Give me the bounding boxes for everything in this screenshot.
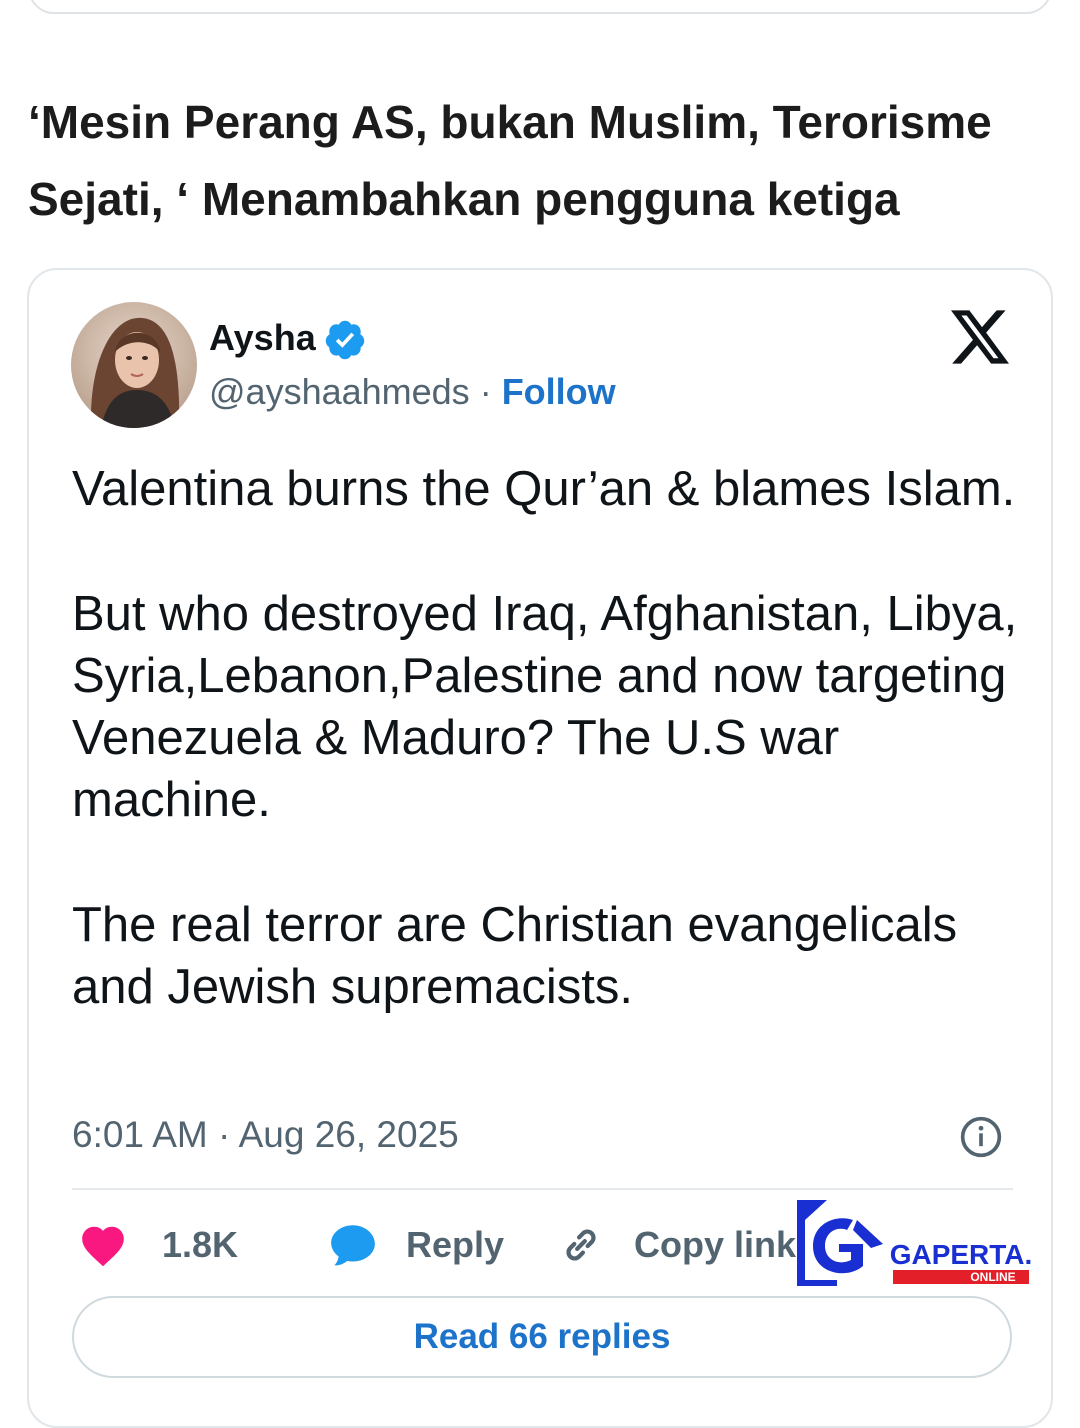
handle-row: @ayshaahmeds · Follow [209, 370, 616, 414]
previous-embed-card [28, 0, 1052, 14]
reply-action[interactable]: Reply [328, 1220, 504, 1270]
reply-label: Reply [406, 1224, 505, 1265]
heart-icon [82, 1226, 124, 1267]
tweet-embed-card[interactable]: Aysha @ayshaahmeds · Follow Valentina bu… [27, 268, 1053, 1428]
author-name[interactable]: Aysha [209, 318, 316, 358]
copy-link-label: Copy link [634, 1224, 797, 1265]
avatar[interactable] [71, 302, 197, 428]
verified-badge-icon [325, 320, 365, 360]
like-action[interactable]: 1.8K [78, 1220, 238, 1270]
author-handle[interactable]: @ayshaahmeds [209, 371, 470, 412]
read-replies-button[interactable]: Read 66 replies [72, 1296, 1012, 1378]
watermark-sub: ONLINE [970, 1270, 1015, 1284]
copy-link-action[interactable]: Copy link [558, 1220, 796, 1270]
tweet-paragraph: But who destroyed Iraq, Afghanistan, Lib… [72, 587, 1018, 827]
separator: · [469, 371, 502, 412]
tweet-timestamp[interactable]: 6:01 AM · Aug 26, 2025 [72, 1112, 459, 1158]
gaperta-watermark: GAPERTA. ONLINE [797, 1200, 1037, 1290]
article-headline: ‘Mesin Perang AS, bukan Muslim, Terorism… [28, 96, 992, 225]
x-logo-icon[interactable] [951, 310, 1009, 364]
tweet-paragraph: Valentina burns the Qur’an & blames Isla… [72, 462, 1016, 516]
divider [72, 1188, 1013, 1190]
follow-button[interactable]: Follow [502, 371, 616, 412]
info-icon[interactable] [959, 1115, 1003, 1159]
tweet-body: Valentina burns the Qur’an & blames Isla… [72, 458, 1032, 1018]
link-icon [566, 1229, 596, 1261]
tweet-paragraph: The real terror are Christian evangelica… [72, 898, 958, 1014]
like-count: 1.8K [162, 1224, 239, 1265]
watermark-brand: GAPERTA. [890, 1239, 1033, 1270]
gaperta-logo: GAPERTA. ONLINE [797, 1200, 1033, 1286]
reply-bubble-icon [331, 1225, 375, 1266]
